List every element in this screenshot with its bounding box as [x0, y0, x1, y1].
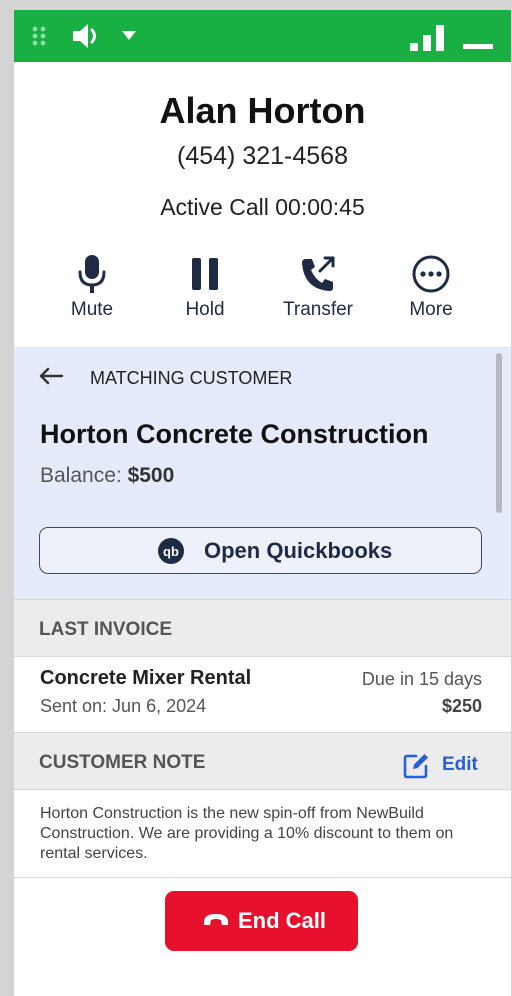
balance-label: Balance:	[40, 464, 122, 487]
minimize-icon[interactable]	[463, 44, 493, 50]
more-button[interactable]: More	[376, 254, 486, 321]
mute-label: Mute	[70, 299, 114, 320]
scrollbar[interactable]	[496, 353, 502, 513]
open-quickbooks-button[interactable]: qb Open Quickbooks	[39, 527, 482, 574]
divider	[14, 789, 511, 790]
signal-icon	[410, 25, 444, 51]
customer-note-header: CUSTOMER NOTE	[14, 733, 511, 789]
divider	[14, 877, 511, 878]
back-arrow-icon[interactable]	[38, 366, 64, 386]
end-call-button[interactable]: End Call	[165, 891, 358, 951]
customer-note-title: CUSTOMER NOTE	[39, 752, 206, 773]
balance-value: $500	[127, 464, 175, 487]
edit-icon	[403, 754, 428, 779]
edit-label: Edit	[442, 754, 478, 775]
end-call-label: End Call	[238, 908, 327, 933]
invoice-item-name: Concrete Mixer Rental	[40, 667, 252, 689]
chevron-down-icon[interactable]	[122, 31, 136, 41]
speaker-icon[interactable]	[71, 23, 103, 49]
hold-button[interactable]: Hold	[150, 254, 260, 321]
company-name: Horton Concrete Construction	[40, 419, 429, 449]
more-icon	[412, 255, 450, 293]
pause-icon	[192, 258, 218, 290]
mute-button[interactable]: Mute	[37, 254, 147, 321]
svg-text:qb: qb	[163, 544, 179, 559]
divider	[14, 656, 511, 657]
quickbooks-icon: qb	[158, 538, 184, 564]
drag-handle-icon[interactable]	[32, 26, 46, 46]
more-label: More	[409, 299, 453, 320]
last-invoice-header: LAST INVOICE	[14, 600, 511, 656]
transfer-button[interactable]: Transfer	[263, 254, 373, 321]
caller-phone: (454) 321-4568	[177, 142, 348, 170]
open-quickbooks-label: Open Quickbooks	[204, 538, 393, 563]
hold-label: Hold	[185, 299, 225, 320]
softphone-window: Alan Horton (454) 321-4568 Active Call 0…	[14, 10, 511, 996]
caller-name: Alan Horton	[159, 90, 366, 131]
title-bar	[14, 10, 511, 62]
invoice-due: Due in 15 days	[361, 669, 482, 689]
microphone-icon	[78, 255, 106, 293]
invoice-sent-date: Sent on: Jun 6, 2024	[40, 696, 207, 716]
customer-note-text: Horton Construction is the new spin-off …	[40, 805, 454, 862]
balance: Balance: $500	[40, 464, 174, 488]
hang-up-icon	[204, 914, 228, 925]
transfer-label: Transfer	[282, 299, 354, 320]
phone-transfer-icon	[302, 256, 335, 291]
call-status: Active Call 00:00:45	[160, 194, 365, 220]
last-invoice-title: LAST INVOICE	[39, 619, 173, 640]
invoice-amount: $250	[441, 696, 482, 716]
matching-customer-caption: MATCHING CUSTOMER	[90, 368, 293, 388]
